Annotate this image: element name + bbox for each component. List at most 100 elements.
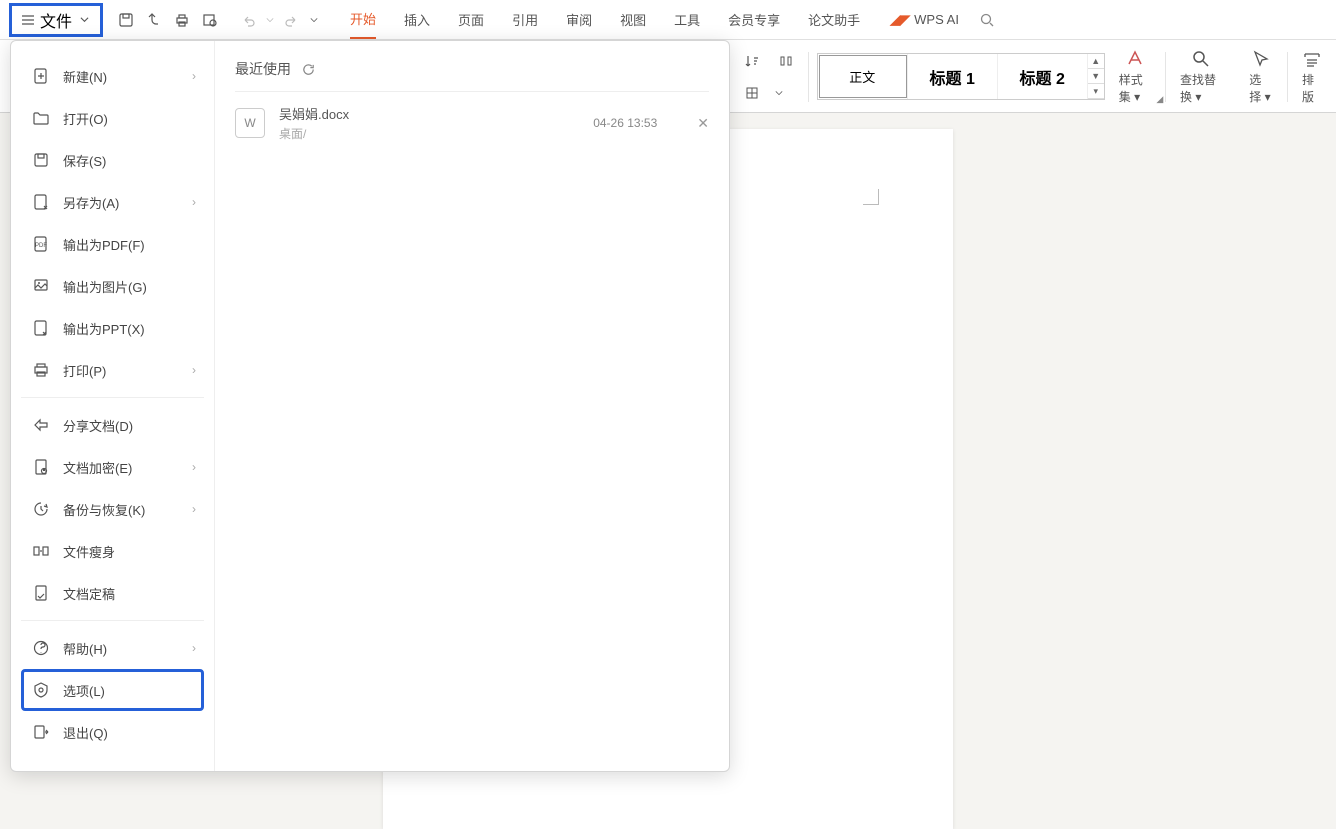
tab-review[interactable]: 审阅 <box>566 0 592 39</box>
redo-dropdown[interactable] <box>308 8 320 32</box>
style-expand[interactable]: ▾ <box>1088 84 1104 99</box>
undo-button[interactable] <box>236 8 260 32</box>
file-menu-item-7[interactable]: 打印(P)› <box>21 349 204 391</box>
menu-item-label: 帮助(H) <box>63 639 107 658</box>
tab-page[interactable]: 页面 <box>458 0 484 39</box>
svg-text:PDF: PDF <box>35 243 47 249</box>
menu-item-label: 打印(P) <box>63 361 106 380</box>
cursor-icon <box>1251 49 1271 69</box>
save-button[interactable] <box>114 8 138 32</box>
tab-member[interactable]: 会员专享 <box>728 0 780 39</box>
wps-ai-button[interactable]: ◢◤ WPS AI <box>890 12 959 28</box>
styleset-icon <box>1125 49 1145 69</box>
ai-label: WPS AI <box>914 12 959 27</box>
styleset-label: 样式集 ▾ <box>1119 71 1152 105</box>
menu-item-label: 文档加密(E) <box>63 458 132 477</box>
menu-item-icon <box>31 457 51 477</box>
file-menu-item-10[interactable]: 文档加密(E)› <box>21 446 204 488</box>
tab-insert[interactable]: 插入 <box>404 0 430 39</box>
menu-item-label: 退出(Q) <box>63 723 108 742</box>
tab-start[interactable]: 开始 <box>350 0 376 39</box>
document-icon: W <box>235 108 265 138</box>
search-button[interactable] <box>975 8 999 32</box>
file-menu-item-13[interactable]: 文档定稿 <box>21 572 204 614</box>
file-menu-item-11[interactable]: 备份与恢复(K)› <box>21 488 204 530</box>
close-icon[interactable]: ✕ <box>697 115 709 132</box>
style-heading1[interactable]: 标题 1 <box>908 54 998 99</box>
style-scroll-down[interactable]: ▼ <box>1088 69 1104 84</box>
recent-file-date: 04-26 13:53 <box>593 116 657 130</box>
style-heading2[interactable]: 标题 2 <box>998 54 1088 99</box>
menu-item-icon <box>31 318 51 338</box>
menu-item-label: 文档定稿 <box>63 584 115 603</box>
tab-view[interactable]: 视图 <box>620 0 646 39</box>
file-menu-item-17[interactable]: 退出(Q) <box>21 711 204 753</box>
menu-item-icon <box>31 66 51 86</box>
menu-item-icon <box>31 583 51 603</box>
file-menu-item-15[interactable]: 帮助(H) › <box>21 627 204 669</box>
margin-indicator <box>863 189 879 205</box>
search-icon <box>1191 49 1211 69</box>
file-menu-item-2[interactable]: 保存(S) <box>21 139 204 181</box>
menu-item-icon <box>31 192 51 212</box>
menu-item-icon <box>31 150 51 170</box>
layout-label: 排版 <box>1302 71 1322 105</box>
chevron-right-icon: › <box>192 641 196 655</box>
find-replace-button[interactable]: 查找替换 ▾ <box>1166 47 1235 107</box>
recent-file-name: 吴娟娟.docx <box>279 104 593 123</box>
tab-reference[interactable]: 引用 <box>512 0 538 39</box>
file-menu-item-9[interactable]: 分享文档(D) <box>21 404 204 446</box>
style-scroll-up[interactable]: ▲ <box>1088 54 1104 69</box>
chevron-down-icon <box>76 12 92 28</box>
tab-tools[interactable]: 工具 <box>674 0 700 39</box>
redo-button[interactable] <box>280 8 304 32</box>
recent-title: 最近使用 <box>235 59 291 79</box>
share-button[interactable] <box>142 8 166 32</box>
menu-item-label: 保存(S) <box>63 151 106 170</box>
menu-item-label: 输出为PDF(F) <box>63 235 145 254</box>
print-preview-button[interactable] <box>198 8 222 32</box>
recent-file-item[interactable]: W吴娟娟.docx桌面/04-26 13:53✕ <box>235 92 709 154</box>
menu-item-icon: PDF <box>31 234 51 254</box>
corner-launcher-icon[interactable]: ◢ <box>1156 94 1163 105</box>
file-menu-dropdown: 新建(N)› 打开(O) 保存(S) 另存为(A)› PDF 输出为PDF(F) 输出为图片… <box>10 40 730 772</box>
menu-item-icon <box>31 541 51 561</box>
file-menu-item-6[interactable]: 输出为PPT(X) <box>21 307 204 349</box>
file-menu-item-1[interactable]: 打开(O) <box>21 97 204 139</box>
file-menu-item-12[interactable]: 文件瘦身 <box>21 530 204 572</box>
print-button[interactable] <box>170 8 194 32</box>
table-button[interactable] <box>740 81 764 105</box>
menu-item-label: 选项(L) <box>63 681 105 700</box>
menu-item-icon <box>31 499 51 519</box>
select-button[interactable]: 选择 ▾ <box>1235 47 1287 107</box>
menu-item-label: 分享文档(D) <box>63 416 133 435</box>
chevron-right-icon: › <box>192 502 196 516</box>
menu-item-icon <box>31 415 51 435</box>
file-menu-item-4[interactable]: PDF 输出为PDF(F) <box>21 223 204 265</box>
style-set-button[interactable]: 样式集 ▾ ◢ <box>1105 47 1166 107</box>
menu-item-icon <box>31 108 51 128</box>
table-dropdown[interactable] <box>774 81 784 105</box>
styles-gallery: 正文 标题 1 标题 2 ▲ ▼ ▾ <box>817 53 1105 100</box>
tab-thesis[interactable]: 论文助手 <box>808 0 860 39</box>
style-normal[interactable]: 正文 <box>818 54 908 99</box>
menu-item-icon <box>31 722 51 742</box>
main-toolbar: 文件 开始 插入 页面 引用 审阅 视图 工具 会员专享 论文助手 ◢◤ WPS… <box>0 0 1336 40</box>
layout-button[interactable]: 排版 <box>1288 47 1336 107</box>
file-menu-item-3[interactable]: 另存为(A)› <box>21 181 204 223</box>
select-label: 选择 ▾ <box>1249 71 1273 105</box>
sort-button[interactable] <box>740 49 764 73</box>
file-menu-item-0[interactable]: 新建(N)› <box>21 55 204 97</box>
file-menu-button[interactable]: 文件 <box>12 6 100 34</box>
ribbon-tabs: 开始 插入 页面 引用 审阅 视图 工具 会员专享 论文助手 <box>350 0 860 39</box>
file-menu-item-16[interactable]: 选项(L) <box>21 669 204 711</box>
menu-item-label: 打开(O) <box>63 109 108 128</box>
menu-separator <box>21 620 204 621</box>
menu-item-icon <box>31 360 51 380</box>
file-menu-item-5[interactable]: 输出为图片(G) <box>21 265 204 307</box>
recent-panel: 最近使用 W吴娟娟.docx桌面/04-26 13:53✕ <box>215 41 729 771</box>
refresh-icon[interactable] <box>301 62 316 77</box>
layout-icon <box>1302 49 1322 69</box>
undo-dropdown[interactable] <box>264 8 276 32</box>
spacing-button[interactable] <box>774 49 798 73</box>
